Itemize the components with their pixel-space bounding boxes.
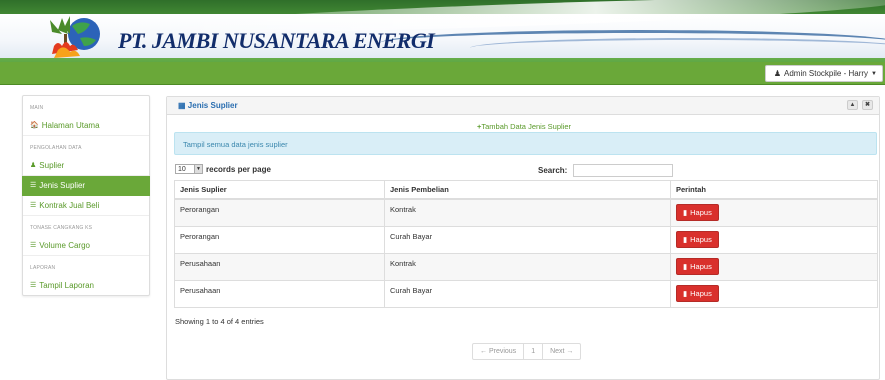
- table-search: Search:: [538, 164, 674, 177]
- company-logo: [50, 16, 100, 58]
- user-menu-label: Admin Stockpile - Harry: [784, 69, 869, 78]
- list-icon: ☰: [30, 182, 37, 189]
- cell-jenis-pembelian: Curah Bayar: [384, 279, 671, 308]
- sidebar-item-label: Jenis Suplier: [39, 181, 86, 190]
- trash-icon: ▮: [683, 288, 688, 298]
- sidebar-item-label: Tampil Laporan: [39, 281, 94, 290]
- cell-jenis-suplier: Perorangan: [174, 225, 385, 254]
- records-per-page: 10 ▼ records per page: [175, 164, 271, 174]
- sidebar-item-volume-cargo[interactable]: ☰ Volume Cargo: [23, 236, 149, 256]
- column-header[interactable]: Jenis Pembelian: [384, 180, 671, 200]
- column-header[interactable]: Jenis Suplier: [174, 180, 385, 200]
- trash-icon: ▮: [683, 234, 688, 244]
- previous-page-button[interactable]: ← Previous: [473, 344, 525, 359]
- list-icon: ☰: [30, 202, 37, 209]
- hapus-label: Hapus: [690, 288, 712, 298]
- user-icon: ♟: [773, 69, 782, 78]
- cell-jenis-pembelian: Kontrak: [384, 198, 671, 227]
- sidebar-item-label: Halaman Utama: [41, 121, 100, 130]
- cell-jenis-suplier: Perusahaan: [174, 279, 385, 308]
- main-panel: ▦ Jenis Suplier ▲ ✖ +Tambah Data Jenis S…: [166, 96, 880, 380]
- cell-jenis-pembelian: Kontrak: [384, 252, 671, 281]
- sidebar-item-label: Volume Cargo: [39, 241, 90, 250]
- table-row: Perusahaan Curah Bayar ▮ Hapus: [174, 279, 878, 308]
- collapse-icon[interactable]: ▲: [847, 100, 858, 110]
- table-icon: ▦: [178, 101, 186, 110]
- pagination: ← Previous 1 Next →: [472, 343, 582, 360]
- chevron-down-icon: ▼: [194, 165, 202, 173]
- user-icon: ♟: [30, 162, 37, 169]
- cell-jenis-pembelian: Curah Bayar: [384, 225, 671, 254]
- sidebar-heading: PENGOLAHAN DATA: [30, 145, 82, 151]
- home-icon: 🏠: [30, 122, 39, 129]
- cell-jenis-suplier: Perusahaan: [174, 252, 385, 281]
- page-1-button[interactable]: 1: [524, 344, 544, 359]
- add-link-label: Tambah Data Jenis Suplier: [481, 122, 572, 131]
- column-header[interactable]: Perintah: [670, 180, 878, 200]
- sidebar-heading: MAIN: [30, 105, 44, 111]
- table-info: Showing 1 to 4 of 4 entries: [175, 317, 264, 326]
- sidebar-item-label: Suplier: [39, 161, 65, 170]
- trash-icon: ▮: [683, 261, 688, 271]
- next-page-button[interactable]: Next →: [543, 344, 580, 359]
- search-input[interactable]: [573, 164, 674, 177]
- sidebar-item-kontrak-jual-beli[interactable]: ☰ Kontrak Jual Beli: [23, 196, 149, 216]
- search-label: Search:: [538, 166, 568, 175]
- add-jenis-suplier-link[interactable]: +Tambah Data Jenis Suplier: [167, 122, 881, 131]
- company-name: PT. JAMBI NUSANTARA ENERGI: [118, 28, 435, 53]
- hapus-button[interactable]: ▮ Hapus: [676, 284, 719, 302]
- hapus-button[interactable]: ▮ Hapus: [676, 257, 719, 275]
- hapus-button[interactable]: ▮ Hapus: [676, 204, 719, 221]
- page-length-label: records per page: [206, 164, 271, 174]
- sidebar-item-suplier[interactable]: ♟ Suplier: [23, 156, 149, 176]
- page-length-select[interactable]: 10 ▼: [175, 164, 203, 174]
- sidebar-item-jenis-suplier[interactable]: ☰ Jenis Suplier: [22, 176, 150, 196]
- hapus-button[interactable]: ▮ Hapus: [676, 230, 719, 248]
- sidebar-item-halaman-utama[interactable]: 🏠 Halaman Utama: [23, 116, 149, 136]
- sidebar: MAIN 🏠 Halaman Utama PENGOLAHAN DATA ♟ S…: [22, 95, 150, 296]
- info-alert: Tampil semua data jenis suplier: [174, 132, 877, 155]
- page-length-value: 10: [178, 165, 186, 173]
- list-icon: ☰: [30, 242, 37, 249]
- table-row: Perorangan Kontrak ▮ Hapus: [174, 198, 878, 227]
- header-banner: PT. JAMBI NUSANTARA ENERGI: [0, 0, 885, 62]
- list-icon: ☰: [30, 282, 37, 289]
- user-menu-button[interactable]: ♟ Admin Stockpile - Harry ▼: [764, 65, 883, 82]
- table-row: Perusahaan Kontrak ▮ Hapus: [174, 252, 878, 281]
- sidebar-item-tampil-laporan[interactable]: ☰ Tampil Laporan: [23, 276, 149, 296]
- table-row: Perorangan Curah Bayar ▮ Hapus: [174, 225, 878, 254]
- sidebar-item-label: Kontrak Jual Beli: [39, 201, 100, 210]
- cell-jenis-suplier: Perorangan: [174, 198, 385, 227]
- caret-down-icon: ▼: [871, 70, 877, 77]
- trash-icon: ▮: [683, 208, 688, 217]
- top-navbar: ♟ Admin Stockpile - Harry ▼: [0, 62, 885, 85]
- panel-header: ▦ Jenis Suplier ▲ ✖: [167, 97, 879, 115]
- sidebar-heading: TONASE CANGKANG KS: [30, 225, 93, 231]
- hapus-label: Hapus: [690, 234, 712, 244]
- hapus-label: Hapus: [690, 261, 712, 271]
- panel-title: Jenis Suplier: [187, 101, 238, 110]
- sidebar-heading: LAPORAN: [30, 265, 56, 271]
- close-icon[interactable]: ✖: [862, 100, 873, 110]
- jenis-suplier-table: Jenis Suplier Jenis Pembelian Perintah P…: [174, 180, 878, 308]
- banner-swoosh: [470, 38, 885, 58]
- hapus-label: Hapus: [690, 208, 712, 217]
